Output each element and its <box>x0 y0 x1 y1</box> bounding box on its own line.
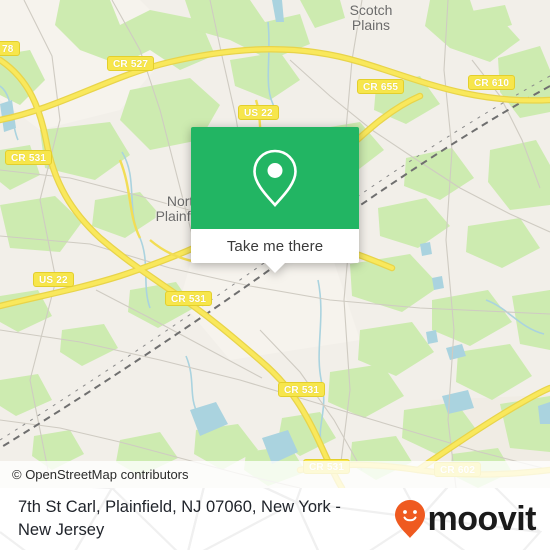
road-shield-cr-531-upper-left: CR 531 <box>5 150 53 165</box>
address-label: 7th St Carl, Plainfield, NJ 07060, New Y… <box>18 498 341 539</box>
map-pin-icon <box>253 149 297 207</box>
moovit-smiley-pin-icon <box>394 500 425 538</box>
road-shield-us-22-top: US 22 <box>238 105 279 120</box>
callout-action-bar[interactable]: Take me there <box>191 229 359 273</box>
road-shield-cr-531-lower: CR 531 <box>278 382 326 397</box>
moovit-map-screenshot: Scotch Plains North Plainfield 78 CR 527… <box>0 0 550 550</box>
map-canvas[interactable]: Scotch Plains North Plainfield 78 CR 527… <box>0 0 550 488</box>
callout-pin-area <box>191 127 359 229</box>
road-shield-cr-655: CR 655 <box>357 79 405 94</box>
road-shield-cr-610: CR 610 <box>468 75 516 90</box>
take-me-there-label: Take me there <box>226 237 324 255</box>
road-shield-cr-527: CR 527 <box>107 56 155 71</box>
location-callout-card[interactable]: Take me there <box>191 127 359 273</box>
road-shield-cr-531-mid: CR 531 <box>165 291 213 306</box>
map-attribution[interactable]: © OpenStreetMap contributors <box>0 461 550 488</box>
road-shield-us-22-left: US 22 <box>33 272 74 287</box>
moovit-brand: moovit <box>394 499 537 539</box>
road-shield-78: 78 <box>0 41 20 56</box>
callout-tail <box>264 262 286 273</box>
footer-bar: 7th St Carl, Plainfield, NJ 07060, New Y… <box>0 488 550 550</box>
moovit-wordmark: moovit <box>427 500 537 538</box>
